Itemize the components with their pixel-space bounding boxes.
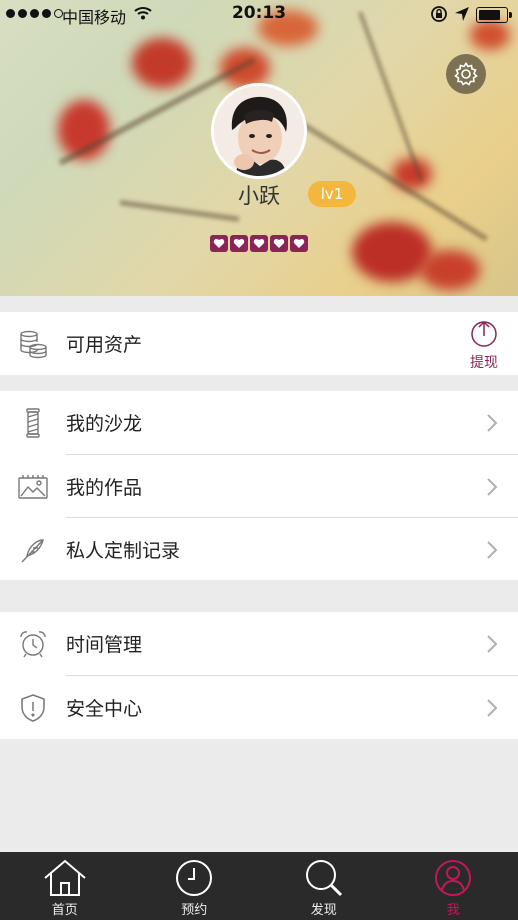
- tab-label: 首页: [51, 903, 78, 918]
- carrier-name: 中国移动: [62, 8, 127, 27]
- withdraw-label: 提现: [470, 355, 498, 371]
- home-icon: [44, 859, 86, 896]
- chevron-right-icon: [487, 414, 498, 432]
- menu-item-label: 我的沙龙: [66, 413, 143, 435]
- withdraw-button[interactable]: 提现: [469, 318, 499, 378]
- alarm-clock-icon: [18, 629, 48, 659]
- chevron-right-icon: [487, 699, 498, 717]
- assets-section: 可用资产 提现: [0, 312, 518, 375]
- username: 小跃: [238, 184, 280, 208]
- battery-icon: [476, 7, 512, 23]
- assets-label: 可用资产: [66, 334, 143, 356]
- heart-icon: [230, 235, 248, 252]
- heart-icon: [290, 235, 308, 252]
- gallery-icon: [18, 472, 48, 502]
- tab-label: 发现: [310, 903, 337, 918]
- background-blossom: [420, 250, 480, 290]
- menu-item-label: 时间管理: [66, 634, 143, 656]
- menu-item-custom-records[interactable]: 私人定制记录: [21, 517, 518, 580]
- wifi-icon: [134, 7, 152, 20]
- rotation-lock-icon: [431, 6, 447, 22]
- feather-icon: [18, 535, 48, 565]
- cell-signal-icon: [6, 9, 63, 18]
- heart-icon: [250, 235, 268, 252]
- chevron-right-icon: [487, 478, 498, 496]
- salon-pole-icon: [18, 408, 48, 438]
- location-arrow-icon: [455, 7, 469, 21]
- gear-icon: [454, 62, 478, 86]
- avatar[interactable]: [211, 83, 307, 179]
- tab-home[interactable]: 首页: [0, 852, 130, 920]
- menu-item-label: 我的作品: [66, 476, 143, 499]
- chevron-right-icon: [487, 541, 498, 559]
- avatar-photo: [214, 86, 304, 176]
- menu-item-security-center[interactable]: 安全中心: [21, 675, 518, 738]
- menu-item-my-salon[interactable]: 我的沙龙: [0, 391, 518, 454]
- shield-icon: [18, 693, 48, 723]
- assets-row[interactable]: 可用资产 提现: [0, 312, 518, 375]
- tab-booking[interactable]: 预约: [130, 852, 260, 920]
- menu-item-my-works[interactable]: 我的作品: [18, 454, 518, 517]
- menu-item-label: 安全中心: [66, 697, 143, 720]
- tab-label: 预约: [181, 903, 208, 918]
- user-icon: [435, 860, 472, 896]
- heart-icon: [210, 235, 228, 252]
- tab-discover[interactable]: 发现: [259, 852, 389, 920]
- chevron-right-icon: [487, 635, 498, 653]
- coins-icon: [18, 329, 48, 359]
- menu-group-main: 我的沙龙 我的作品 私人定制记录: [0, 391, 518, 580]
- status-bar: 中国移动 20:13: [0, 0, 518, 30]
- clock-icon: [176, 860, 213, 896]
- menu-item-time-management[interactable]: 时间管理: [0, 612, 518, 675]
- tab-label: 我: [446, 903, 460, 918]
- menu-item-label: 私人定制记录: [66, 539, 181, 562]
- level-badge: lv1: [308, 181, 356, 207]
- settings-button[interactable]: [446, 54, 486, 94]
- share-upload-icon: [471, 320, 497, 347]
- menu-group-settings: 时间管理 安全中心: [0, 612, 518, 739]
- background-blossom: [132, 38, 192, 88]
- heart-icon: [270, 235, 288, 252]
- profile-header: 中国移动 20:13 小跃 lv1: [0, 0, 518, 296]
- tab-bar: 首页 预约 发现 我: [0, 852, 518, 920]
- hearts-rating: [210, 235, 308, 252]
- search-icon: [305, 860, 342, 897]
- tab-me[interactable]: 我: [389, 852, 518, 920]
